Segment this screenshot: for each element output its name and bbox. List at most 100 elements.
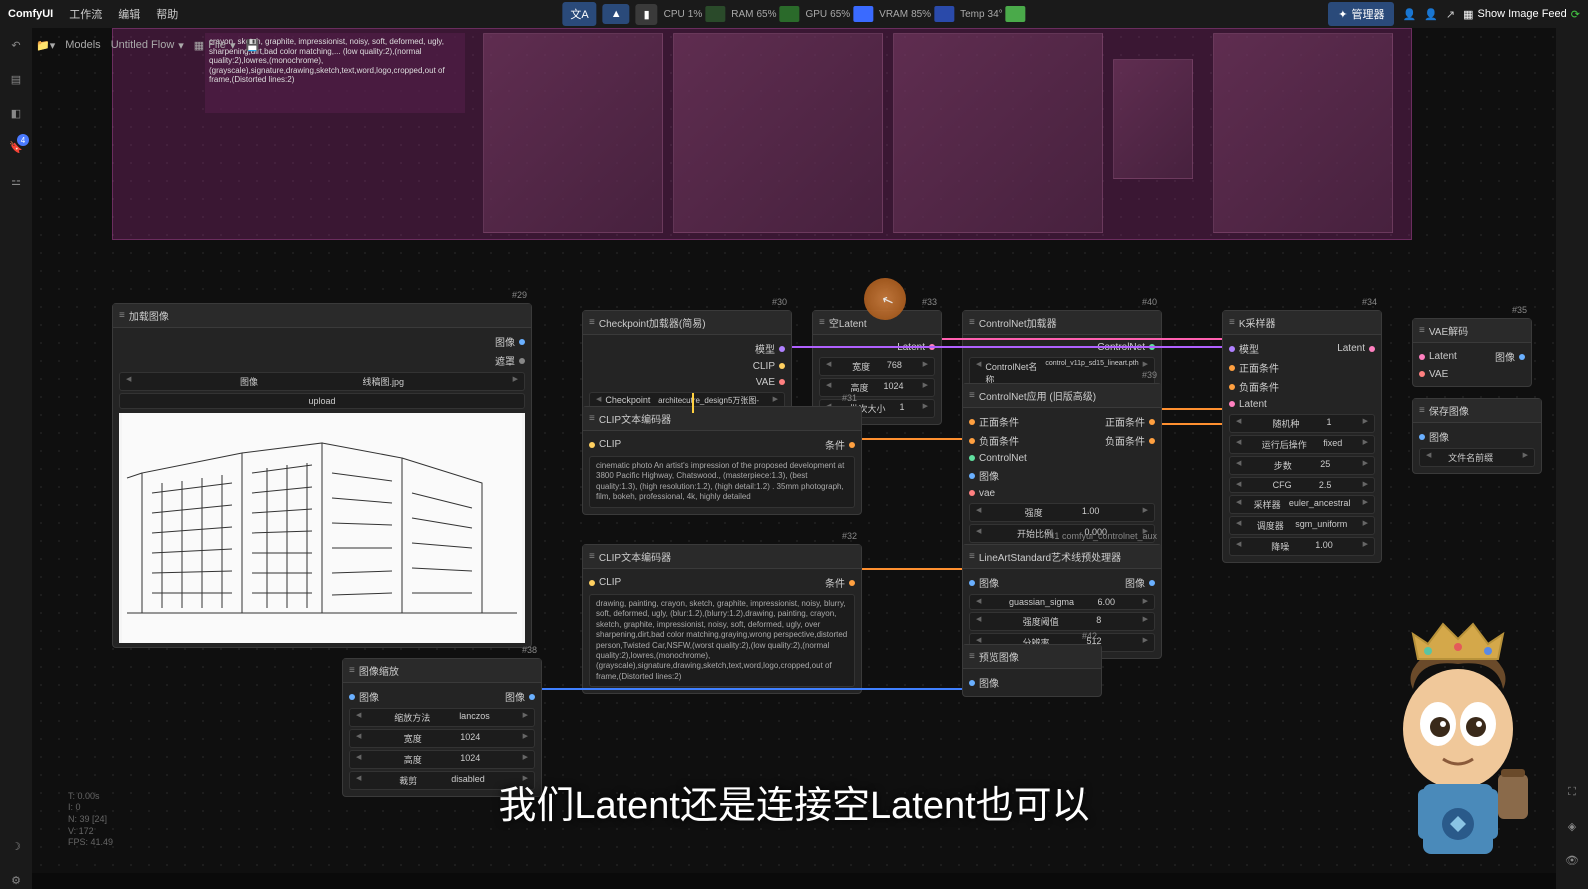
widget-method[interactable]: 缩放方法lanczos — [349, 708, 535, 727]
widget-h[interactable]: 高度1024 — [349, 750, 535, 769]
input-clip[interactable]: CLIP — [589, 439, 621, 450]
widget-sigma[interactable]: guassian_sigma6.00 — [969, 594, 1155, 610]
widget-seed[interactable]: 随机种1 — [1229, 414, 1375, 433]
output-clip[interactable]: CLIP — [753, 361, 785, 372]
node-header[interactable]: CLIP文本编码器 — [583, 545, 861, 569]
input-vae[interactable]: vae — [969, 488, 995, 499]
node-header[interactable]: 预览图像 — [963, 645, 1101, 669]
node-load-image[interactable]: #29 加载图像 图像 遮罩 图像线稿图.jpg upload — [112, 303, 532, 648]
flow-name[interactable]: Untitled Flow ▾ — [111, 39, 184, 52]
widget-prefix[interactable]: 文件名前缀 — [1419, 448, 1535, 467]
group-region[interactable]: crayon, sketch, graphite, impressionist,… — [112, 28, 1412, 240]
node-save-image[interactable]: 保存图像 图像 文件名前缀 — [1412, 398, 1542, 474]
output-cond[interactable]: 条件 — [825, 437, 855, 452]
node-header[interactable]: VAE解码 — [1413, 319, 1531, 343]
output-model[interactable]: 模型 — [755, 341, 785, 356]
menu-help[interactable]: 帮助 — [156, 6, 178, 22]
widget-denoise[interactable]: 降噪1.00 — [1229, 537, 1375, 556]
output-neg[interactable]: 负面条件 — [1105, 433, 1155, 448]
eye-icon[interactable]: 👁 — [1563, 851, 1581, 869]
input-model[interactable]: 模型 — [1229, 341, 1259, 356]
menu-workflow[interactable]: 工作流 — [69, 6, 102, 22]
folder-icon[interactable]: 📁▾ — [36, 39, 55, 52]
node-header[interactable]: 加载图像 — [113, 304, 531, 328]
upload-button[interactable]: upload — [119, 393, 525, 409]
widget-w[interactable]: 宽度1024 — [349, 729, 535, 748]
input-latent[interactable]: Latent — [1229, 399, 1267, 410]
person-icon[interactable]: 👤 — [1402, 8, 1416, 21]
input-image[interactable]: 图像 — [969, 575, 999, 590]
widget-sampler[interactable]: 采样器euler_ancestral — [1229, 495, 1375, 514]
input-vae[interactable]: VAE — [1419, 369, 1448, 380]
share-icon[interactable]: ↗ — [1446, 8, 1455, 21]
input-cnet[interactable]: ControlNet — [969, 453, 1027, 464]
output-pos[interactable]: 正面条件 — [1105, 414, 1155, 429]
output-vae[interactable]: VAE — [756, 377, 785, 388]
text-input[interactable]: drawing, painting, crayon, sketch, graph… — [589, 594, 855, 687]
input-pos[interactable]: 正面条件 — [1229, 360, 1279, 375]
moon-icon[interactable]: ☽ — [7, 837, 25, 855]
widget-scheduler[interactable]: 调度器sgm_uniform — [1229, 516, 1375, 535]
bookmark-side-icon[interactable]: 🔖4 — [7, 138, 25, 156]
node-preview[interactable]: #42 预览图像 图像 — [962, 644, 1102, 697]
file-menu[interactable]: ▦ File ▾ — [194, 39, 236, 52]
bookmark-button[interactable]: ▮ — [636, 4, 658, 25]
output-cond[interactable]: 条件 — [825, 575, 855, 590]
node-header[interactable]: 图像缩放 — [343, 659, 541, 683]
output-latent[interactable]: Latent — [897, 342, 935, 353]
cube-icon[interactable]: ◧ — [7, 104, 25, 122]
node-header[interactable]: ControlNet应用 (旧版高级) — [963, 384, 1161, 408]
output-latent[interactable]: Latent — [1337, 343, 1375, 354]
input-pos[interactable]: 正面条件 — [969, 414, 1019, 429]
menu-edit[interactable]: 编辑 — [118, 6, 140, 22]
widget-strength[interactable]: 强度1.00 — [969, 503, 1155, 522]
style-button[interactable]: ▲ — [603, 4, 630, 24]
hierarchy-icon[interactable]: ⚍ — [7, 172, 25, 190]
undo-icon[interactable]: ↶ — [7, 36, 25, 54]
locate-icon[interactable]: ◈ — [1563, 817, 1581, 835]
node-header[interactable]: LineArtStandard艺术线预处理器 — [963, 545, 1161, 569]
output-image[interactable]: 图像 — [1125, 575, 1155, 590]
output-image[interactable]: 图像 — [1495, 349, 1525, 364]
node-header[interactable]: K采样器 — [1223, 311, 1381, 335]
widget-thresh[interactable]: 强度阈值8 — [969, 612, 1155, 631]
manager-button[interactable]: ✦管理器 — [1328, 2, 1394, 26]
image-feed-button[interactable]: ▦Show Image Feed⟳ — [1463, 8, 1580, 21]
input-image[interactable]: 图像 — [349, 689, 379, 704]
text-input[interactable]: cinematic photo An artist's impression o… — [589, 456, 855, 508]
output-mask[interactable]: 遮罩 — [495, 353, 525, 368]
models-crumb[interactable]: Models — [65, 39, 100, 51]
input-image[interactable]: 图像 — [969, 675, 999, 690]
save-icon[interactable]: 💾 — [245, 39, 259, 52]
node-header[interactable]: CLIP文本编码器 — [583, 407, 861, 431]
widget-cfg[interactable]: CFG2.5 — [1229, 477, 1375, 493]
input-neg[interactable]: 负面条件 — [969, 433, 1019, 448]
input-image[interactable]: 图像 — [969, 468, 999, 483]
translate-button[interactable]: 文A — [562, 2, 596, 26]
node-lineart[interactable]: #41 comfyui_controlnet_aux LineArtStanda… — [962, 544, 1162, 659]
widget-image[interactable]: 图像线稿图.jpg — [119, 372, 525, 391]
widget-steps[interactable]: 步数25 — [1229, 456, 1375, 475]
input-latent[interactable]: Latent — [1419, 351, 1457, 362]
settings-icon[interactable]: ⚙ — [7, 871, 25, 889]
canvas[interactable]: crayon, sketch, graphite, impressionist,… — [32, 28, 1556, 873]
node-ksampler[interactable]: #34 K采样器 模型Latent 正面条件 负面条件 Latent 随机种1 … — [1222, 310, 1382, 563]
widget-width[interactable]: 宽度768 — [819, 357, 935, 376]
node-clip-neg[interactable]: #32 CLIP文本编码器 CLIP条件 drawing, painting, … — [582, 544, 862, 694]
node-header[interactable]: ControlNet加载器 — [963, 311, 1161, 335]
output-cnet[interactable]: ControlNet — [1097, 342, 1155, 353]
widget-after[interactable]: 运行后操作fixed — [1229, 435, 1375, 454]
node-cnet-apply[interactable]: #39 ControlNet应用 (旧版高级) 正面条件正面条件 负面条件负面条… — [962, 383, 1162, 571]
expand-icon[interactable]: ⛶ — [1563, 783, 1581, 801]
input-neg[interactable]: 负面条件 — [1229, 379, 1279, 394]
node-clip-pos[interactable]: #31 CLIP文本编码器 CLIP条件 cinematic photo An … — [582, 406, 862, 515]
node-header[interactable]: 保存图像 — [1413, 399, 1541, 423]
widget-height[interactable]: 高度1024 — [819, 378, 935, 397]
output-image[interactable]: 图像 — [495, 334, 525, 349]
node-vae-decode[interactable]: #35 VAE解码 Latent图像 VAE — [1412, 318, 1532, 387]
input-clip[interactable]: CLIP — [589, 577, 621, 588]
list-icon[interactable]: ▤ — [7, 70, 25, 88]
input-image[interactable]: 图像 — [1419, 429, 1449, 444]
output-image[interactable]: 图像 — [505, 689, 535, 704]
person2-icon[interactable]: 👤 — [1424, 8, 1438, 21]
